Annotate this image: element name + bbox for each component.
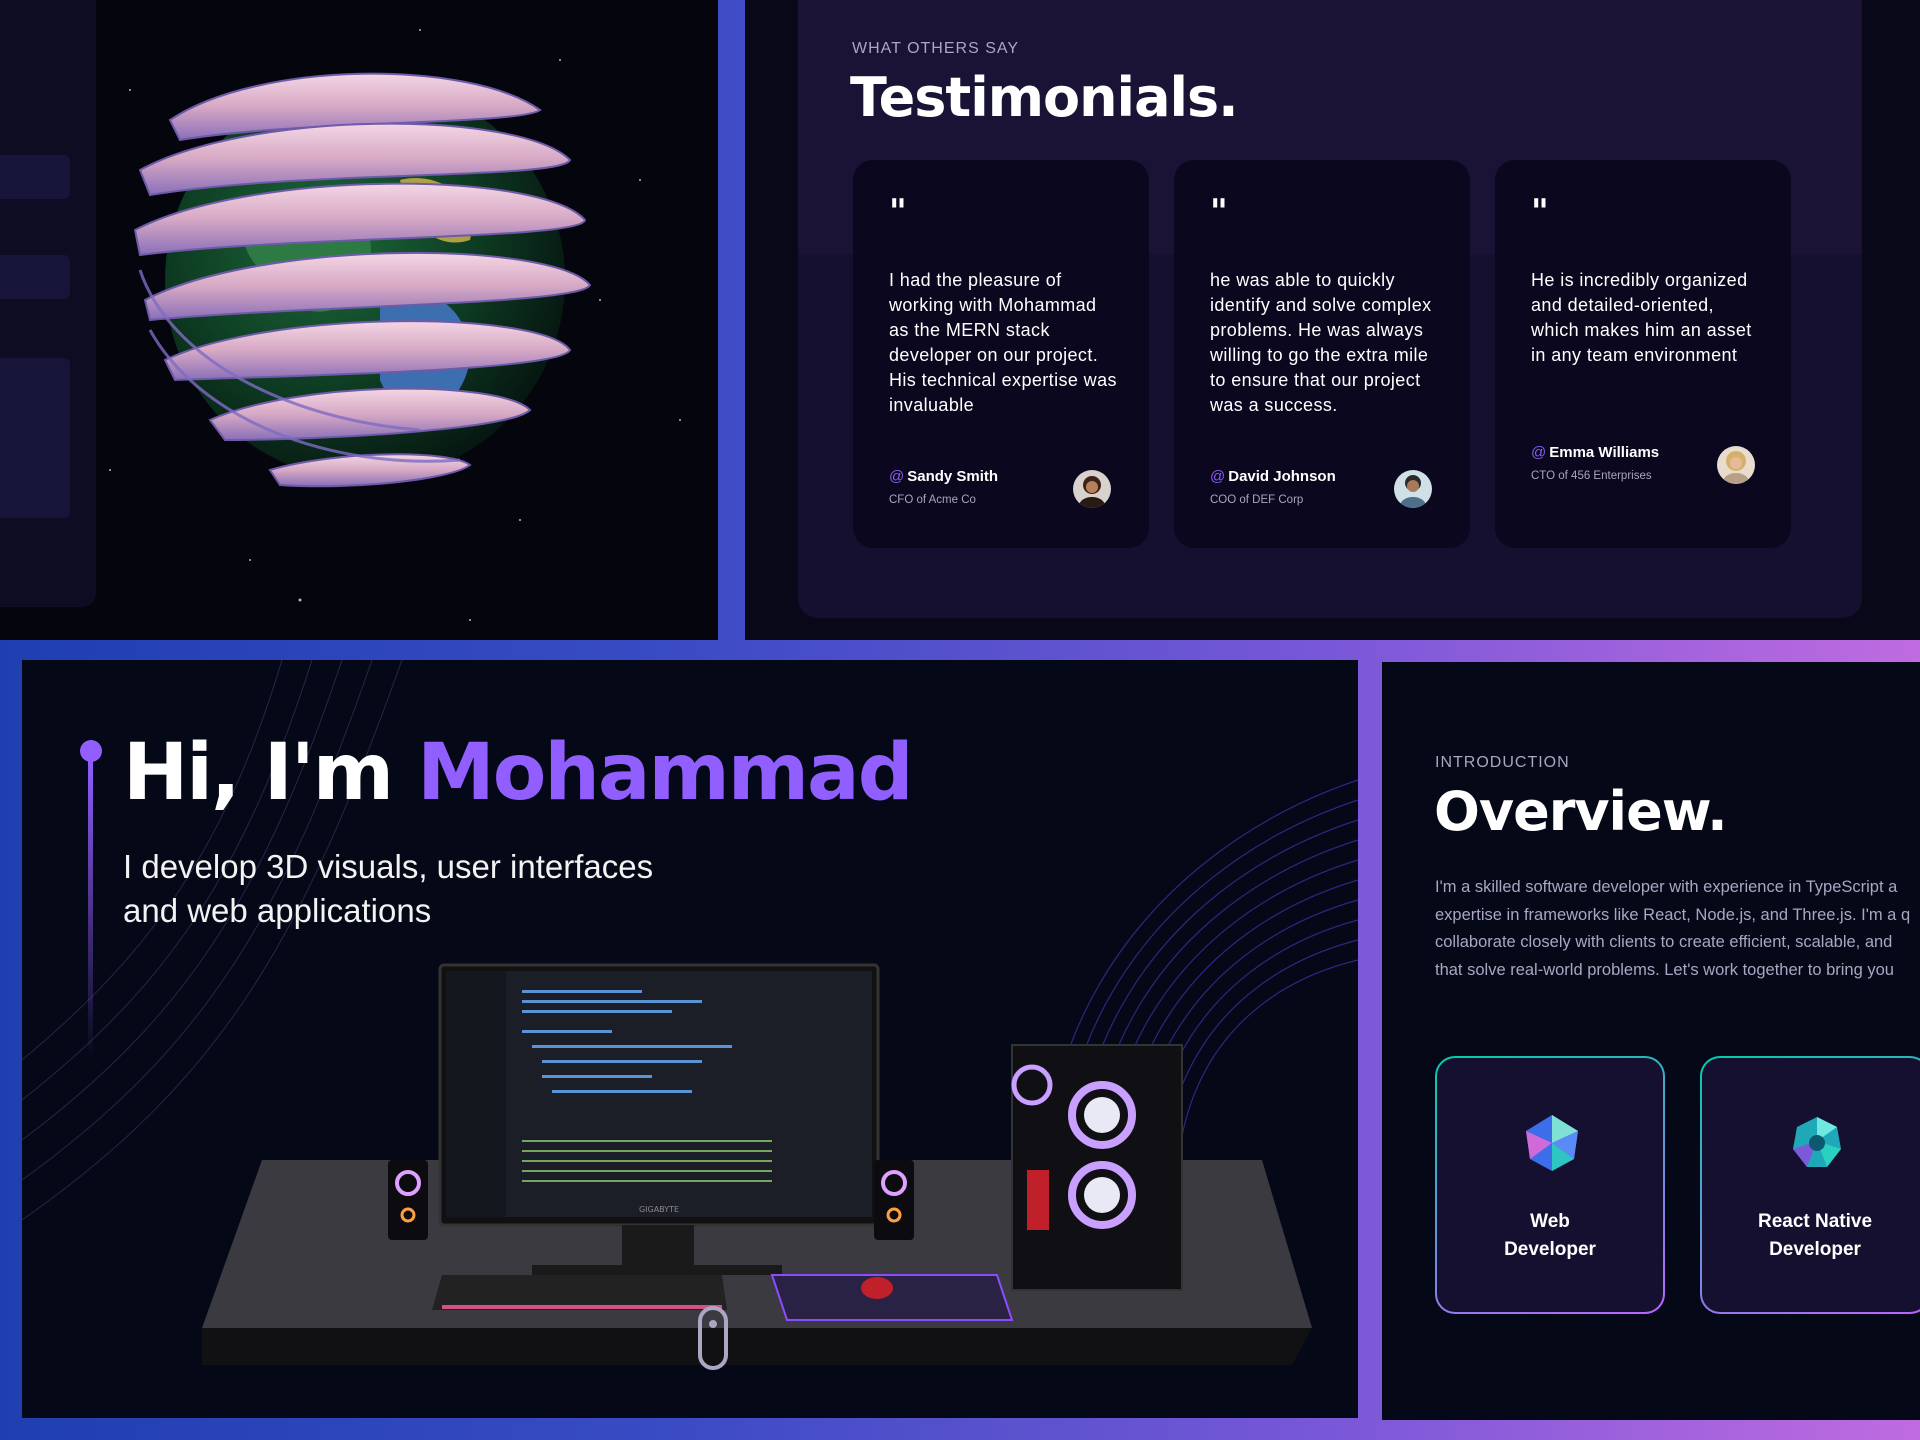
overview-eyebrow: INTRODUCTION: [1435, 754, 1570, 771]
quote-icon: ": [1531, 192, 1549, 232]
scroll-indicator-knob: [709, 1320, 717, 1328]
service-label: Web Developer: [1437, 1208, 1663, 1264]
overview-section: INTRODUCTION Overview. I'm a skilled sof…: [1382, 662, 1920, 1420]
react-native-developer-icon: [1793, 1117, 1841, 1167]
service-card-web-developer: Web Developer: [1435, 1056, 1665, 1314]
earth-canvas-panel[interactable]: [0, 0, 718, 640]
scroll-indicator-icon[interactable]: [698, 1306, 728, 1370]
author-name: Sandy Smith: [907, 468, 999, 485]
overview-title: Overview.: [1434, 780, 1728, 843]
overview-line: collaborate closely with clients to crea…: [1435, 933, 1893, 951]
hero-heading: Hi, I'm Mohammad: [123, 728, 914, 818]
testimonial-author: @ David Johnson: [1210, 468, 1336, 485]
web-developer-icon: [1526, 1115, 1578, 1171]
avatar-icon: [1717, 446, 1755, 484]
hero-name: Mohammad: [417, 728, 913, 818]
hero-accent-line: [88, 760, 93, 1060]
monitor-brand: GIGABYTE: [639, 1205, 679, 1214]
overview-line: expertise in frameworks like React, Node…: [1435, 905, 1911, 924]
author-role: COO of DEF Corp: [1210, 494, 1304, 506]
globe-3d-icon[interactable]: [0, 0, 718, 640]
testimonials-title: Testimonials.: [850, 66, 1239, 129]
service-label-line: Developer: [1504, 1239, 1596, 1260]
overview-paragraph: I'm a skilled software developer with ex…: [1435, 874, 1920, 984]
avatar-icon: [1073, 470, 1111, 508]
hero-subtitle: I develop 3D visuals, user interfaces an…: [123, 848, 654, 929]
service-card-inner: React Native Developer: [1702, 1058, 1920, 1312]
service-card-inner: Web Developer: [1437, 1058, 1663, 1312]
author-name: Emma Williams: [1549, 444, 1660, 461]
service-card-react-native-developer: React Native Developer: [1700, 1056, 1920, 1314]
avatar-icon: [1394, 470, 1432, 508]
quote-icon: ": [889, 192, 907, 232]
hero-accent-dot: [80, 740, 102, 762]
hero-greeting: Hi, I'm: [123, 728, 418, 818]
service-label-line: Web: [1530, 1211, 1570, 1232]
author-role: CTO of 456 Enterprises: [1531, 470, 1652, 482]
testimonial-text: I had the pleasure of working with Moham…: [889, 270, 1117, 415]
author-name: David Johnson: [1228, 468, 1336, 485]
testimonial-card: " He is incredibly organized and detaile…: [1495, 160, 1791, 548]
at-symbol: @: [1210, 468, 1226, 485]
author-role: CFO of Acme Co: [889, 494, 976, 506]
service-label-line: React Native: [1757, 1211, 1873, 1232]
overview-line: I'm a skilled software developer with ex…: [1435, 878, 1898, 896]
testimonial-text: he was able to quickly identify and solv…: [1210, 270, 1432, 415]
testimonials-section: WHAT OTHERS SAY Testimonials. " I had th…: [745, 0, 1920, 640]
at-symbol: @: [1531, 444, 1547, 461]
quote-icon: ": [1210, 192, 1228, 232]
testimonial-card: " I had the pleasure of working with Moh…: [853, 160, 1149, 548]
service-label: React Native Developer: [1702, 1208, 1920, 1264]
testimonial-author: @ Emma Williams: [1531, 444, 1659, 461]
testimonial-author: @ Sandy Smith: [889, 468, 998, 485]
testimonials-container: WHAT OTHERS SAY Testimonials. " I had th…: [798, 0, 1862, 618]
hero-section: GIGABYTE Hi, I'm Mohammad I develop 3D v…: [22, 660, 1358, 1418]
at-symbol: @: [889, 468, 905, 485]
service-label-line: Developer: [1769, 1239, 1861, 1260]
testimonial-card: " he was able to quickly identify and so…: [1174, 160, 1470, 548]
testimonials-eyebrow: WHAT OTHERS SAY: [852, 40, 1020, 57]
overview-line: that solve real-world problems. Let's wo…: [1435, 960, 1894, 979]
testimonial-text: He is incredibly organized and detailed-…: [1531, 270, 1752, 365]
